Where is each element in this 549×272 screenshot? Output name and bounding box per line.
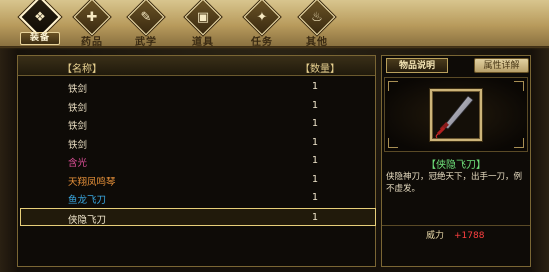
flying-dagger-icon (435, 95, 474, 139)
right-ornament (532, 48, 549, 272)
tab-label: 任务 (251, 37, 273, 48)
item-description: 侠隐神刀，冠绝天下，出手一刀，例不虚发。 (386, 172, 523, 194)
tab-attribute-details[interactable]: 属性详解 (474, 58, 529, 73)
item-title: 【侠隐飞刀】 (426, 160, 486, 171)
item-quantity: 1 (312, 211, 319, 223)
list-item[interactable]: 天翔凤鸣琴 1 (18, 171, 375, 190)
item-quantity: 1 (312, 81, 319, 92)
list-item[interactable]: 铁剑 1 (18, 134, 375, 153)
item-quantity: 1 (312, 118, 319, 129)
item-name: 铁剑 (68, 84, 88, 95)
tab-equipment[interactable]: ❖ 装备 (12, 0, 68, 47)
list-item[interactable]: 鱼龙飞刀 1 (18, 189, 375, 208)
item-name: 铁剑 (68, 102, 88, 114)
item-name: 侠隐飞刀 (68, 214, 107, 226)
category-tab-bar: ❖ 装备 ✚ 药品 ✎ 武学 ▣ 道具 ✦ 任务 ♨ 其他 (0, 0, 549, 50)
list-item[interactable]: 铁剑 1 (18, 97, 375, 116)
list-item[interactable]: 铁剑 1 (18, 115, 375, 134)
potion-icon: ✚ (73, 0, 111, 36)
list-item-selected[interactable]: 侠隐飞刀 1 (20, 207, 376, 226)
item-quantity: 1 (312, 192, 319, 203)
column-header-name[interactable]: 【名称】 (62, 60, 102, 75)
tab-quests[interactable]: ✦ 任务 (236, 0, 288, 48)
stat-value: +1788 (454, 231, 485, 241)
item-quantity: 1 (312, 155, 319, 166)
frame-corner (514, 81, 524, 91)
detail-tabs: 物品说明 属性详解 (382, 56, 530, 74)
tab-medicine[interactable]: ✚ 药品 (66, 0, 118, 48)
item-quantity: 1 (312, 99, 319, 111)
tab-martial-arts[interactable]: ✎ 武学 (120, 0, 172, 48)
column-header-quantity[interactable]: 【数量】 (300, 60, 340, 75)
tab-label: 装备 (20, 32, 60, 45)
tab-label: 武学 (135, 37, 157, 48)
item-quantity: 1 (312, 136, 319, 148)
item-stat: 威力 +1788 (426, 228, 484, 241)
flame-icon: ♨ (298, 0, 336, 36)
frame-corner (514, 138, 524, 148)
item-name: 含光 (68, 158, 88, 169)
stat-label: 威力 (426, 231, 445, 241)
list-item[interactable]: 含光 1 (18, 152, 375, 171)
tab-items[interactable]: ▣ 道具 (177, 0, 229, 48)
tab-label: 其他 (306, 37, 328, 48)
item-name: 鱼龙飞刀 (68, 195, 107, 206)
item-quantity: 1 (312, 173, 319, 185)
item-name: 天翔凤鸣琴 (68, 176, 116, 188)
list-header: 【名称】 【数量】 (18, 56, 375, 76)
divider (382, 225, 530, 226)
item-name: 铁剑 (68, 139, 88, 151)
list-item[interactable]: 铁剑 1 (18, 78, 375, 97)
item-preview-frame (384, 77, 528, 152)
item-slot (430, 89, 482, 141)
item-list-panel: 【名称】 【数量】 铁剑 1 铁剑 1 铁剑 1 铁剑 1 含光 1 天翔凤鸣琴… (17, 55, 376, 267)
tab-label: 药品 (81, 37, 103, 48)
item-box-icon: ▣ (184, 0, 222, 36)
frame-corner (388, 81, 398, 91)
quest-icon: ✦ (243, 0, 281, 36)
item-detail-panel: 物品说明 属性详解 【侠隐飞刀】 侠隐神刀，冠绝天下，出手一刀，例不虚发。 威力… (381, 55, 531, 267)
martial-scroll-icon: ✎ (127, 0, 165, 36)
frame-corner (388, 138, 398, 148)
item-rows: 铁剑 1 铁剑 1 铁剑 1 铁剑 1 含光 1 天翔凤鸣琴 1 鱼龙飞刀 1 … (18, 78, 376, 226)
item-name: 铁剑 (68, 121, 88, 132)
tab-label: 道具 (192, 37, 214, 48)
tab-other[interactable]: ♨ 其他 (291, 0, 343, 48)
left-ornament (0, 48, 17, 272)
tab-item-description[interactable]: 物品说明 (386, 58, 448, 73)
